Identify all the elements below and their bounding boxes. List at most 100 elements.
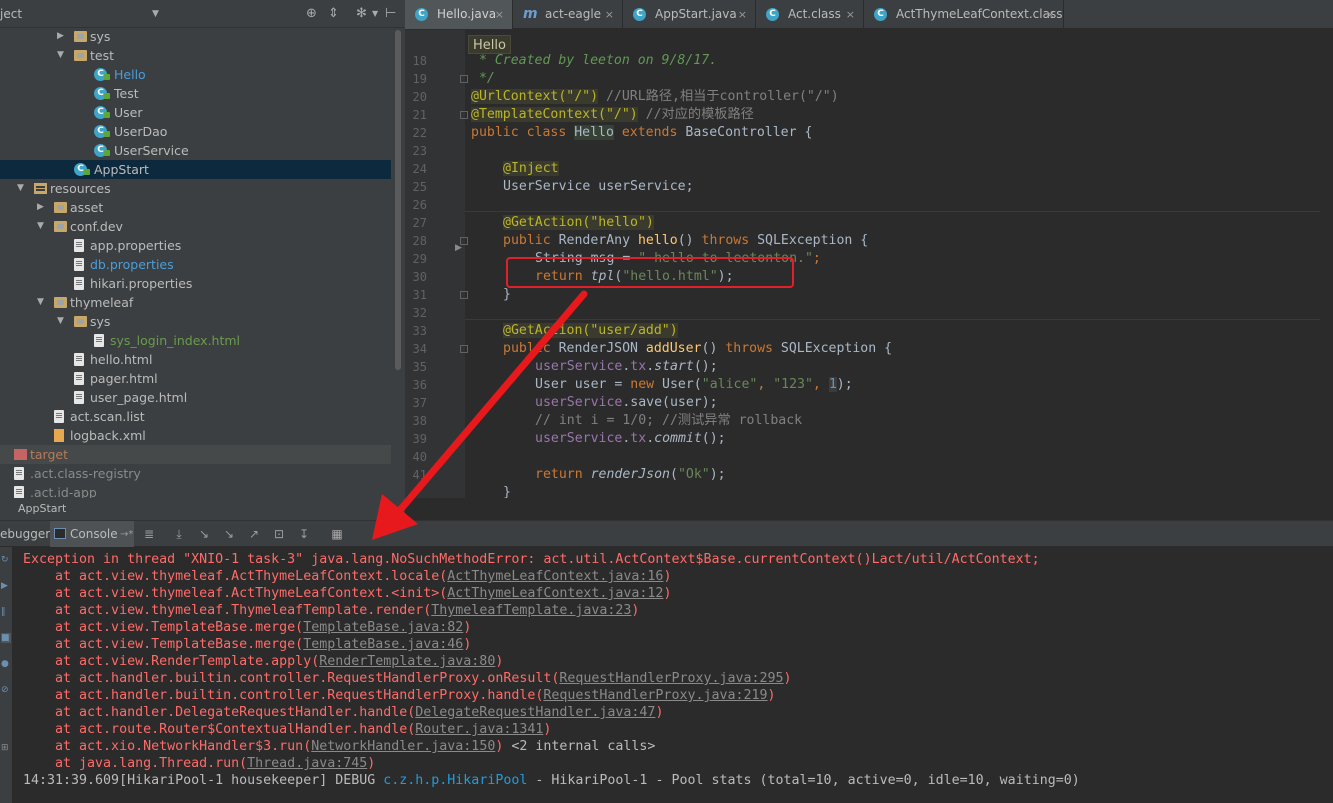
step-over-icon[interactable]: ⤓ [172,527,186,541]
stack-frame-paren: ) [655,705,664,720]
tab-act-eagle[interactable]: m act-eagle × [513,0,623,29]
stack-frame-link[interactable]: Thread.java:745 [247,756,367,771]
fold-marker-icon[interactable] [460,345,468,353]
tab-console[interactable]: Console →* [50,521,134,548]
line-number: 41 [412,468,427,482]
tab-label: ActThymeLeafContext.class [896,7,1063,21]
line-number: 40 [412,450,427,464]
tree-item[interactable]: ▶ sys [0,27,391,46]
tab-appstart-java[interactable]: C AppStart.java × [623,0,756,29]
close-tab-icon[interactable]: × [495,0,504,29]
force-step-into-icon[interactable]: ↘ [222,527,236,541]
console-output[interactable]: Exception in thread "XNIO-1 task-3" java… [12,547,1333,803]
stack-frame-link[interactable]: ThymeleafTemplate.java:23 [431,603,631,618]
tree-item[interactable]: hikari.properties [0,274,391,293]
tree-item[interactable]: C User [0,103,391,122]
tree-item[interactable]: logback.xml [0,426,391,445]
stack-frame-link[interactable]: NetworkHandler.java:150 [311,739,495,754]
project-view-selector[interactable]: ject [0,7,22,21]
folder-icon [74,50,87,61]
collapse-all-icon[interactable]: ⇕ [328,6,339,21]
stack-frame-link[interactable]: ActThymeLeafContext.java:16 [447,569,663,584]
tree-item[interactable]: hello.html [0,350,391,369]
stack-frame-link[interactable]: RequestHandlerProxy.java:219 [543,688,767,703]
tab-actthymeleafcontext-class[interactable]: C ActThymeLeafContext.class × [864,0,1064,29]
close-tab-icon[interactable]: × [1046,0,1055,29]
editor-scrollbar[interactable] [1320,30,1333,498]
tree-item[interactable]: sys_login_index.html [0,331,391,350]
tree-item[interactable]: C UserDao [0,122,391,141]
stop-icon[interactable]: ■ [1,633,11,643]
expand-arrow-icon[interactable]: ▶ [57,27,64,46]
tree-item[interactable]: ▼ resources [0,179,391,198]
tree-item-label: test [90,48,115,63]
tree-item[interactable]: app.properties [0,236,391,255]
expand-icon[interactable]: ⊞ [1,743,11,753]
mute-breakpoints-icon[interactable]: ⊘ [1,685,11,695]
tree-item[interactable]: .act.class-registry [0,464,391,483]
pause-icon[interactable]: ‖ [1,607,11,617]
tree-item[interactable]: C Test [0,84,391,103]
tab-act-class[interactable]: C Act.class × [756,0,864,29]
tree-item-label: UserService [114,143,189,158]
hide-panel-icon[interactable]: ⊢ [385,6,396,21]
tree-item[interactable]: target [0,445,391,464]
expand-arrow-icon[interactable]: ▶ [37,198,44,217]
rerun-icon[interactable]: ↻ [1,555,11,565]
step-into-icon[interactable]: ↘ [197,527,211,541]
tree-item[interactable]: ▼ thymeleaf [0,293,391,312]
run-gutter-icon[interactable]: ▶ [455,243,462,253]
collapse-arrow-icon[interactable]: ▼ [57,46,64,65]
keyword: public [503,233,559,248]
close-tab-icon[interactable]: × [738,0,747,29]
run-config-label[interactable]: AppStart [18,498,66,520]
fold-marker-icon[interactable] [460,111,468,119]
stack-frame-link[interactable]: RenderTemplate.java:80 [319,654,495,669]
locate-icon[interactable]: ⊕ [306,6,317,21]
view-breakpoints-icon[interactable]: ● [1,659,11,669]
console-options-icon[interactable]: →* [120,521,133,548]
drop-frame-icon[interactable]: ⊡ [272,527,286,541]
tree-item[interactable]: db.properties [0,255,391,274]
internal-calls-toggle[interactable]: <2 internal calls> [511,739,655,754]
tree-item[interactable]: ▼ conf.dev [0,217,391,236]
stack-frame-link[interactable]: TemplateBase.java:82 [303,620,463,635]
resume-icon[interactable]: ▶ [1,581,11,591]
step-out-icon[interactable]: ↗ [247,527,261,541]
collapse-arrow-icon[interactable]: ▼ [57,312,64,331]
collapse-arrow-icon[interactable]: ▼ [37,293,44,312]
tree-item[interactable]: ▶ asset [0,198,391,217]
tree-item[interactable]: ▼ test [0,46,391,65]
run-to-cursor-icon[interactable]: ↧ [297,527,311,541]
fold-marker-icon[interactable] [460,75,468,83]
tree-item[interactable]: ▼ sys [0,312,391,331]
stack-frame-paren: ) [663,586,672,601]
tree-item[interactable]: C Hello [0,65,391,84]
settings-gear-icon[interactable]: ✻ [356,6,367,21]
tree-item[interactable]: C AppStart [0,160,391,179]
tab-hello-java[interactable]: C Hello.java × [405,0,513,29]
line-number: 32 [412,306,427,320]
parens: () [677,233,702,248]
stack-frame-link[interactable]: ActThymeLeafContext.java:12 [447,586,663,601]
collapse-arrow-icon[interactable]: ▼ [17,179,24,198]
stack-frame-link[interactable]: Router.java:1341 [415,722,543,737]
tree-item[interactable]: pager.html [0,369,391,388]
fold-marker-icon[interactable] [460,291,468,299]
project-scrollbar[interactable] [395,30,401,370]
stack-frame-link[interactable]: TemplateBase.java:46 [303,637,463,652]
tab-debugger[interactable]: ebugger [0,521,50,548]
close-tab-icon[interactable]: × [846,0,855,29]
settings-dropdown-icon[interactable]: ▼ [372,9,378,18]
tree-item[interactable]: user_page.html [0,388,391,407]
stack-frame-method: at act.view.thymeleaf.ActThymeLeafContex… [23,586,448,601]
collapse-arrow-icon[interactable]: ▼ [37,217,44,236]
evaluate-icon[interactable]: ▦ [330,527,344,541]
stack-frame-link[interactable]: DelegateRequestHandler.java:47 [415,705,655,720]
dropdown-arrow-icon[interactable]: ▼ [152,9,159,19]
stack-frame-link[interactable]: RequestHandlerProxy.java:295 [559,671,783,686]
tree-item[interactable]: act.scan.list [0,407,391,426]
close-tab-icon[interactable]: × [605,0,614,29]
tree-item[interactable]: C UserService [0,141,391,160]
show-execution-point-icon[interactable]: ≣ [142,527,156,541]
